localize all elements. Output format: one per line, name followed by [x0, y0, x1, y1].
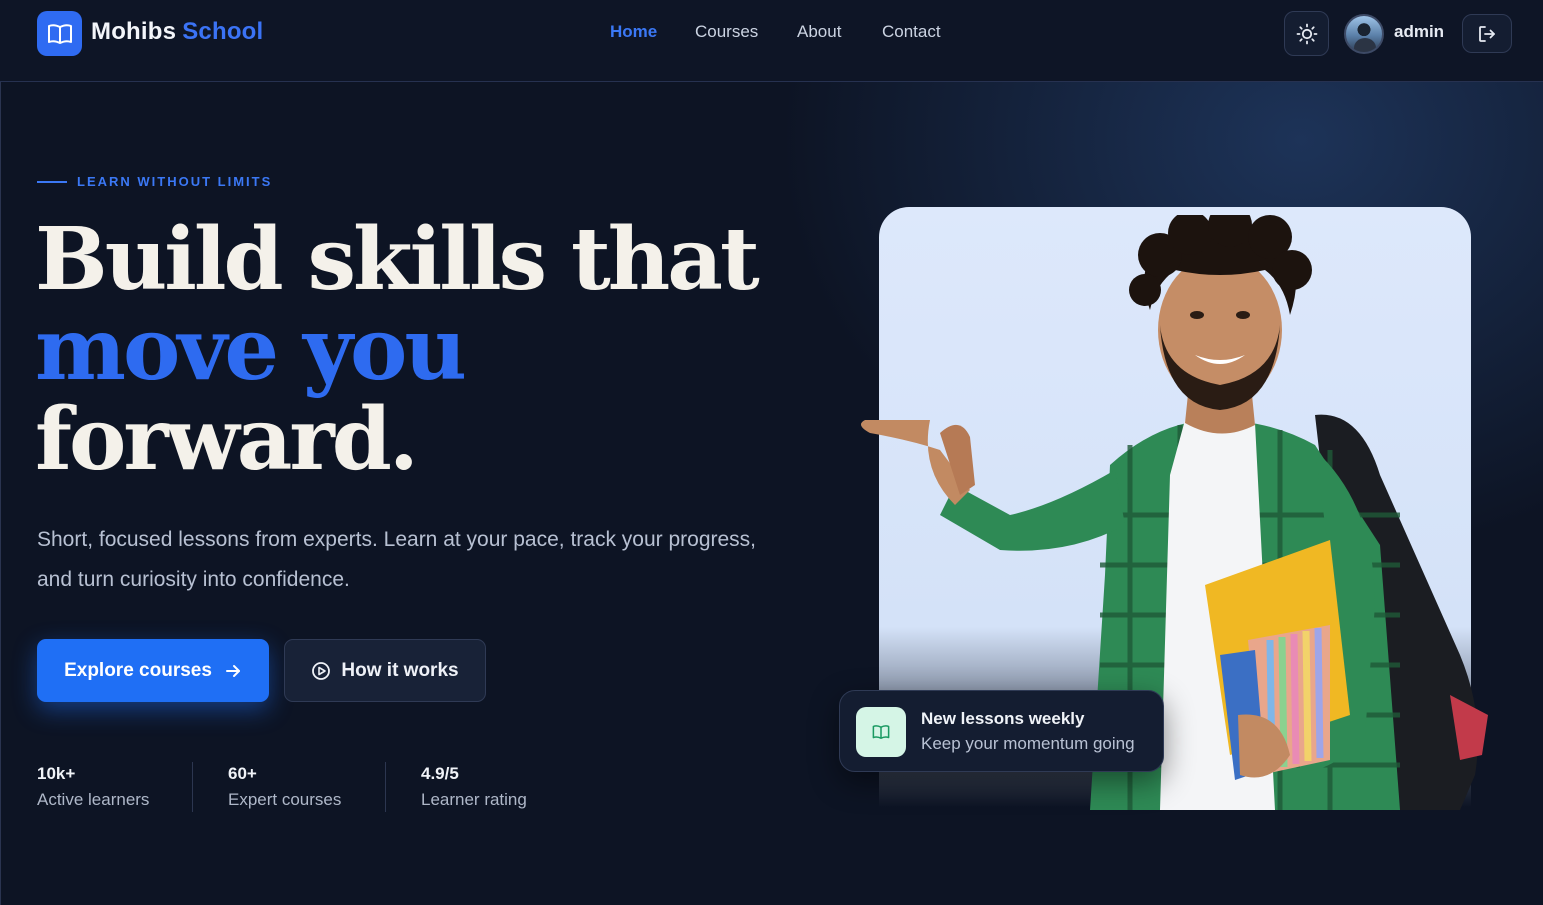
brand-name[interactable]: Mohibs School	[91, 18, 263, 46]
stat-item: 10k+ Active learners	[37, 762, 149, 812]
stat-value: 60+	[228, 764, 257, 783]
nav-link-courses[interactable]: Courses	[695, 22, 758, 42]
stat-item: 60+ Expert courses	[228, 762, 341, 812]
stat-item: 4.9/5 Learner rating	[421, 762, 527, 812]
user-avatar[interactable]	[1344, 14, 1384, 54]
headline-line3: forward.	[35, 389, 419, 490]
notification-subtitle: Keep your momentum going	[921, 734, 1135, 753]
hero-subtext: Short, focused lessons from experts. Lea…	[37, 528, 757, 591]
play-circle-icon	[312, 661, 331, 680]
headline-accent: move you	[35, 299, 467, 400]
new-lessons-notification[interactable]: New lessons weekly Keep your momentum go…	[839, 690, 1164, 772]
notification-icon-badge	[856, 707, 906, 757]
how-it-works-label: How it works	[341, 659, 459, 681]
hero-headline: Build skills that move you forward.	[35, 209, 760, 490]
nav-link-home[interactable]: Home	[610, 22, 657, 42]
brand-name-part1: Mohibs	[91, 18, 177, 45]
logout-button[interactable]	[1462, 14, 1512, 53]
open-book-icon	[872, 725, 890, 739]
logout-icon	[1479, 25, 1495, 42]
headline-line1: Build skills that	[35, 209, 760, 310]
sun-icon	[1296, 23, 1317, 44]
top-navbar: Mohibs School Home Courses About Contact …	[0, 0, 1543, 82]
theme-toggle-button[interactable]	[1284, 11, 1329, 56]
hero-eyebrow: LEARN WITHOUT LIMITS	[37, 174, 272, 189]
stat-value: 4.9/5	[421, 764, 459, 783]
eyebrow-text: LEARN WITHOUT LIMITS	[77, 174, 273, 189]
explore-courses-button[interactable]: Explore courses	[37, 639, 269, 702]
stat-divider	[192, 762, 193, 812]
nav-link-contact[interactable]: Contact	[882, 22, 941, 42]
username[interactable]: admin	[1394, 22, 1444, 42]
explore-courses-label: Explore courses	[64, 659, 212, 681]
stat-label: Active learners	[37, 790, 150, 809]
how-it-works-button[interactable]: How it works	[284, 639, 486, 702]
eyebrow-line	[37, 180, 67, 183]
arrow-right-icon	[225, 664, 240, 677]
stat-value: 10k+	[37, 764, 76, 783]
logo-badge[interactable]	[37, 11, 82, 56]
open-book-icon	[47, 23, 72, 44]
notification-title: New lessons weekly	[921, 709, 1085, 728]
nav-link-about[interactable]: About	[797, 22, 841, 42]
brand-name-part2: School	[182, 18, 264, 45]
stat-label: Learner rating	[421, 790, 527, 809]
stat-divider	[385, 762, 386, 812]
stat-label: Expert courses	[228, 790, 342, 809]
